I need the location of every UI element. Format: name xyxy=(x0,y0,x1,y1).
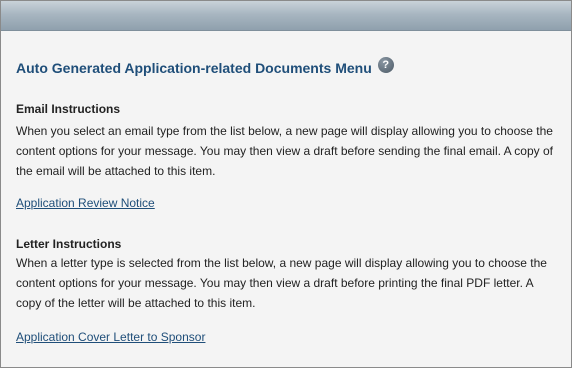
documents-menu-panel: Auto Generated Application-related Docum… xyxy=(0,0,572,368)
application-cover-letter-link[interactable]: Application Cover Letter to Sponsor xyxy=(16,330,205,344)
email-instructions-heading: Email Instructions xyxy=(16,102,121,116)
panel-header-bar xyxy=(1,1,571,31)
email-instructions-text: When you select an email type from the l… xyxy=(16,124,553,178)
letter-instructions-heading: Letter Instructions xyxy=(16,237,122,251)
menu-title-row: Auto Generated Application-related Docum… xyxy=(16,57,561,79)
page-title: Auto Generated Application-related Docum… xyxy=(16,60,372,76)
panel-content: Auto Generated Application-related Docum… xyxy=(16,57,561,344)
help-icon[interactable]: ? xyxy=(377,57,394,73)
letter-instructions-text: When a letter type is selected from the … xyxy=(16,256,547,310)
application-review-notice-link[interactable]: Application Review Notice xyxy=(16,196,155,210)
